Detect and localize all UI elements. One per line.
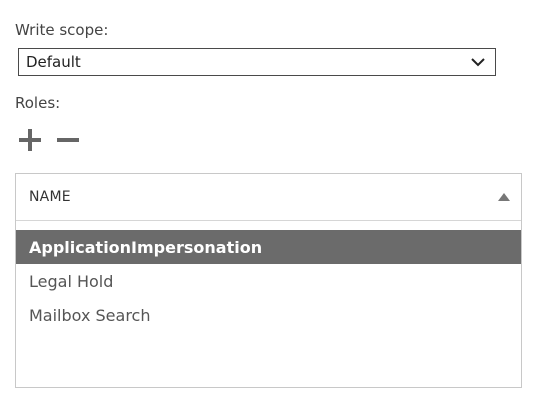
minus-icon bbox=[55, 127, 81, 157]
write-scope-value: Default bbox=[26, 53, 81, 71]
role-name: Legal Hold bbox=[29, 271, 114, 291]
table-row[interactable]: Mailbox Search bbox=[16, 298, 521, 332]
sort-ascending-icon bbox=[494, 187, 514, 207]
roles-grid: NAME ApplicationImpersonation Legal Hold… bbox=[15, 173, 522, 388]
add-role-button[interactable] bbox=[16, 128, 44, 156]
write-scope-label: Write scope: bbox=[15, 21, 109, 39]
column-header-name[interactable]: NAME bbox=[16, 174, 521, 221]
role-name: Mailbox Search bbox=[29, 305, 151, 325]
roles-list: ApplicationImpersonation Legal Hold Mail… bbox=[16, 230, 521, 332]
write-scope-dropdown[interactable]: Default bbox=[18, 48, 496, 76]
chevron-down-icon bbox=[467, 51, 489, 73]
roles-label: Roles: bbox=[15, 94, 61, 112]
plus-icon bbox=[17, 127, 43, 157]
roles-toolbar bbox=[16, 128, 82, 156]
table-row[interactable]: Legal Hold bbox=[16, 264, 521, 298]
column-header-label: NAME bbox=[29, 189, 71, 205]
remove-role-button[interactable] bbox=[54, 128, 82, 156]
table-row[interactable]: ApplicationImpersonation bbox=[16, 230, 521, 264]
role-name: ApplicationImpersonation bbox=[29, 237, 263, 257]
